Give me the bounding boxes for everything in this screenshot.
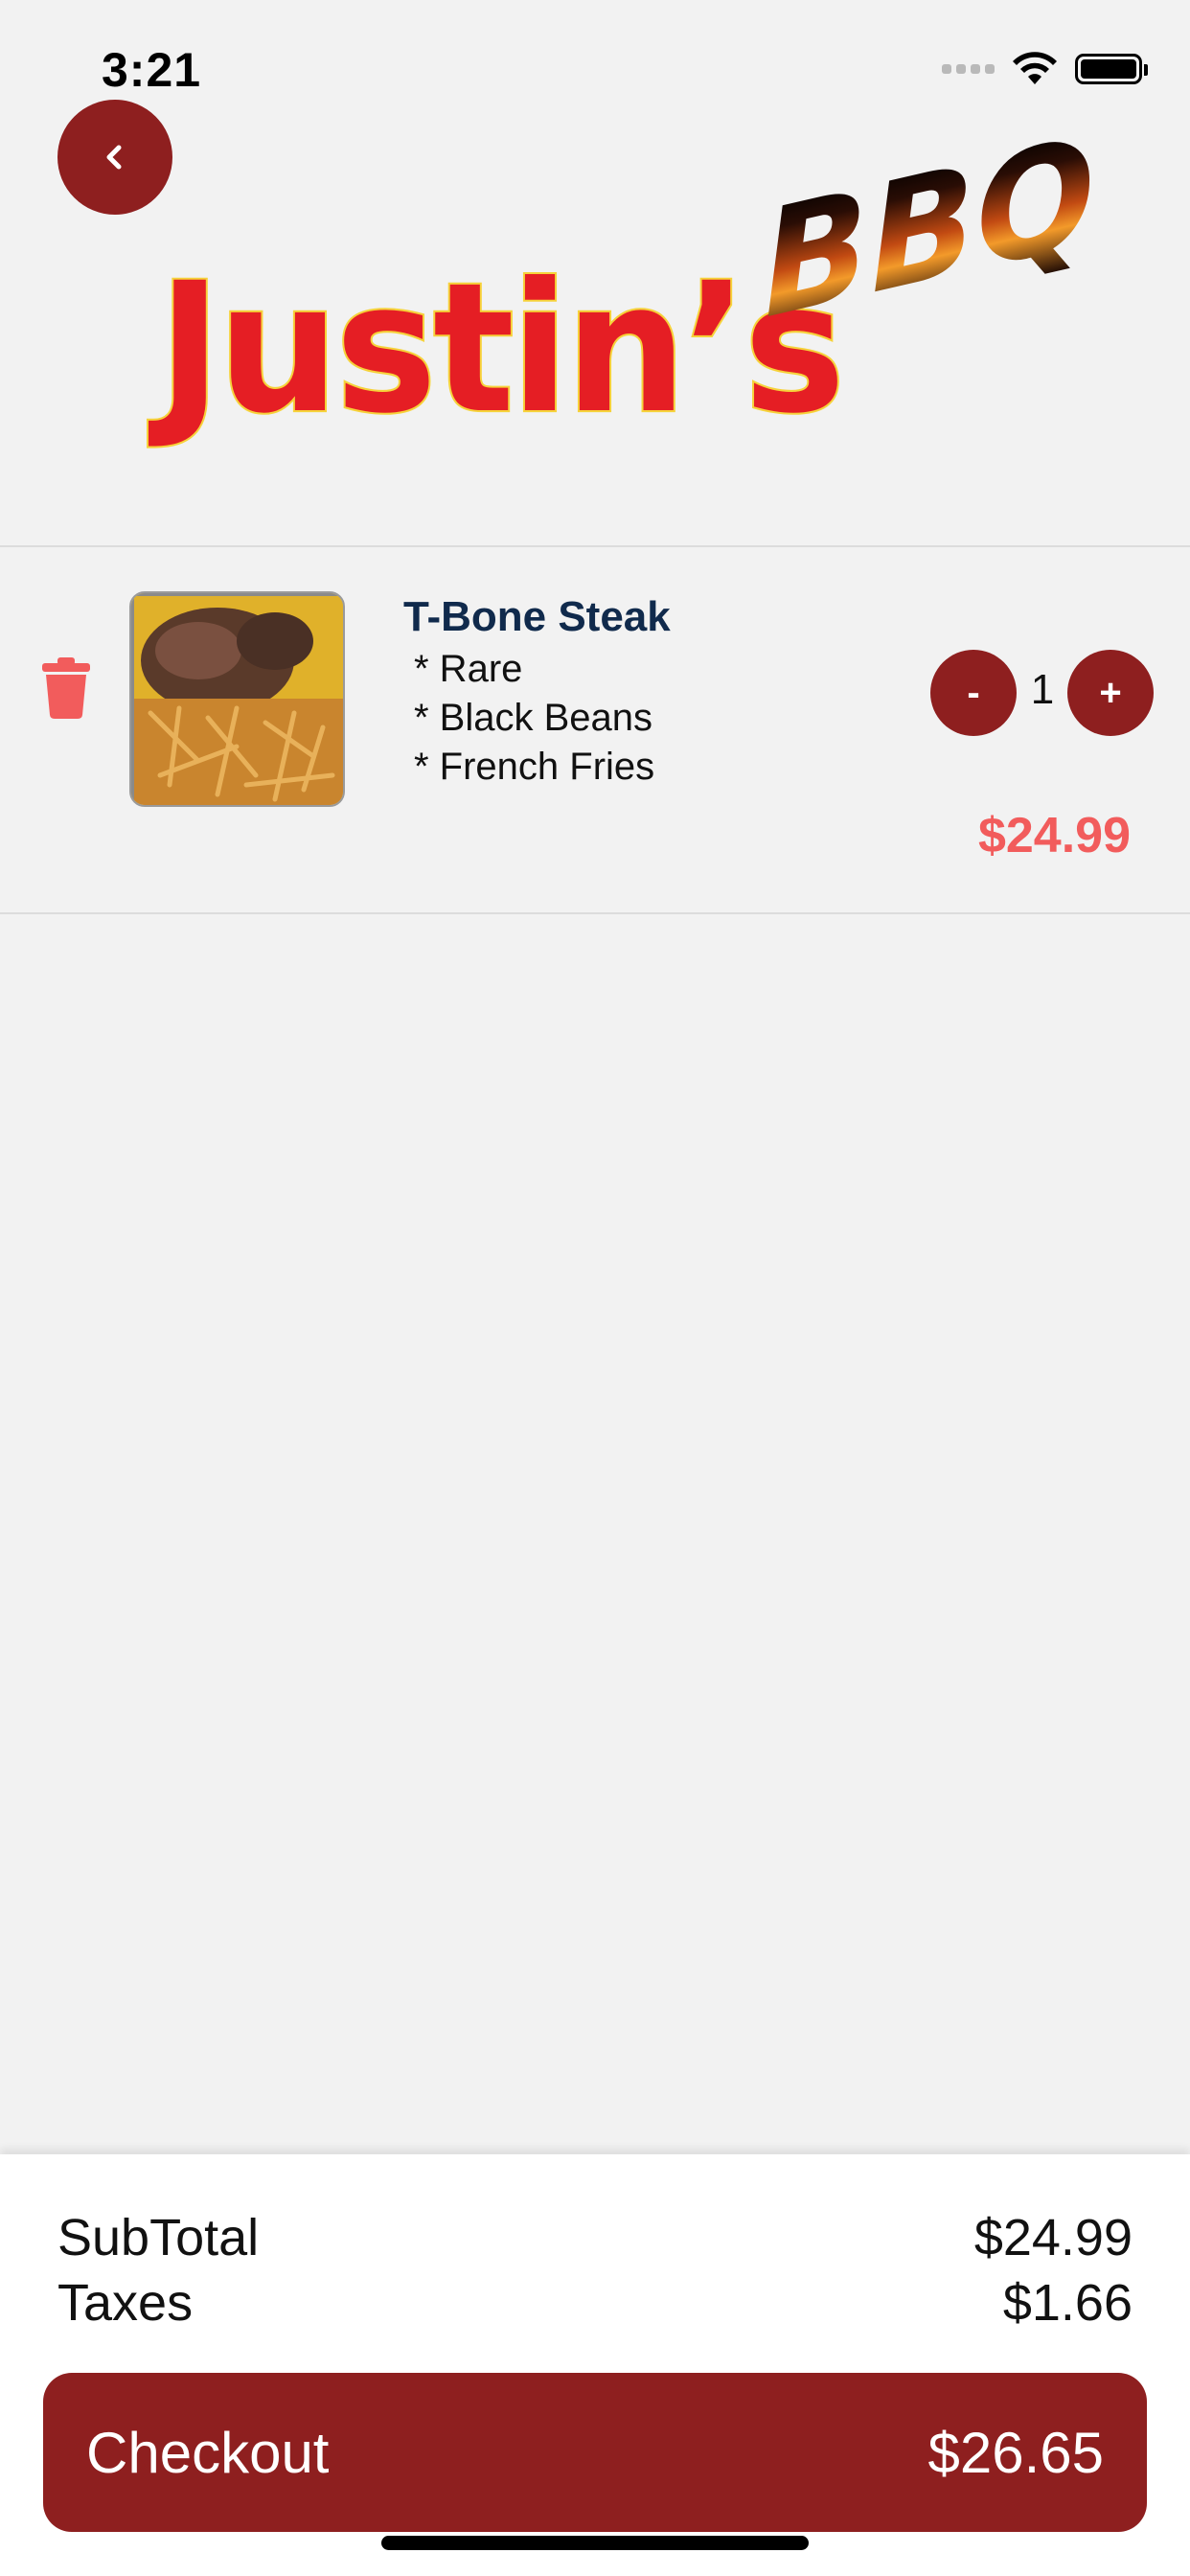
trash-icon: [42, 657, 90, 719]
item-price: $24.99: [977, 808, 1131, 863]
subtotal-value: $24.99: [973, 2209, 1133, 2266]
item-photo: [129, 591, 345, 807]
item-option: * French Fries: [414, 746, 655, 788]
quantity-value: 1: [1030, 666, 1055, 713]
divider-bottom: [0, 912, 1190, 914]
logo-justins: Justin’s: [156, 243, 847, 453]
home-indicator[interactable]: [381, 2536, 809, 2550]
taxes-value: $1.66: [1002, 2274, 1133, 2332]
checkout-button[interactable]: Checkout $26.65: [43, 2373, 1147, 2532]
wifi-icon: [1013, 52, 1057, 84]
item-option: * Black Beans: [414, 697, 653, 739]
checkout-label: Checkout: [86, 2420, 330, 2485]
logo-bbq: BBQ: [758, 105, 1100, 353]
signal-icon: [942, 64, 995, 74]
decrement-quantity-button[interactable]: -: [930, 650, 1017, 736]
item-name: T-Bone Steak: [403, 593, 671, 640]
order-summary: SubTotal $24.99 Taxes $1.66 Checkout $26…: [0, 2154, 1190, 2576]
restaurant-logo: Justin’s BBQ: [153, 106, 1100, 455]
cart-item: T-Bone Steak * Rare * Black Beans * Fren…: [0, 547, 1190, 911]
subtotal-label: SubTotal: [57, 2209, 260, 2266]
chevron-left-icon: [106, 145, 122, 170]
status-time: 3:21: [102, 43, 202, 97]
taxes-row: Taxes $1.66: [57, 2273, 1133, 2333]
delete-item-button[interactable]: [42, 657, 90, 719]
taxes-label: Taxes: [57, 2274, 194, 2332]
checkout-total: $26.65: [927, 2420, 1104, 2485]
subtotal-row: SubTotal $24.99: [57, 2208, 1133, 2267]
battery-icon: [1075, 54, 1148, 84]
status-icons: [942, 50, 1148, 88]
cart-screen: 3:21 Justin’s BBQ T-Bone Steak * Rare * …: [0, 0, 1190, 2576]
item-option: * Rare: [414, 648, 523, 690]
increment-quantity-button[interactable]: +: [1067, 650, 1154, 736]
